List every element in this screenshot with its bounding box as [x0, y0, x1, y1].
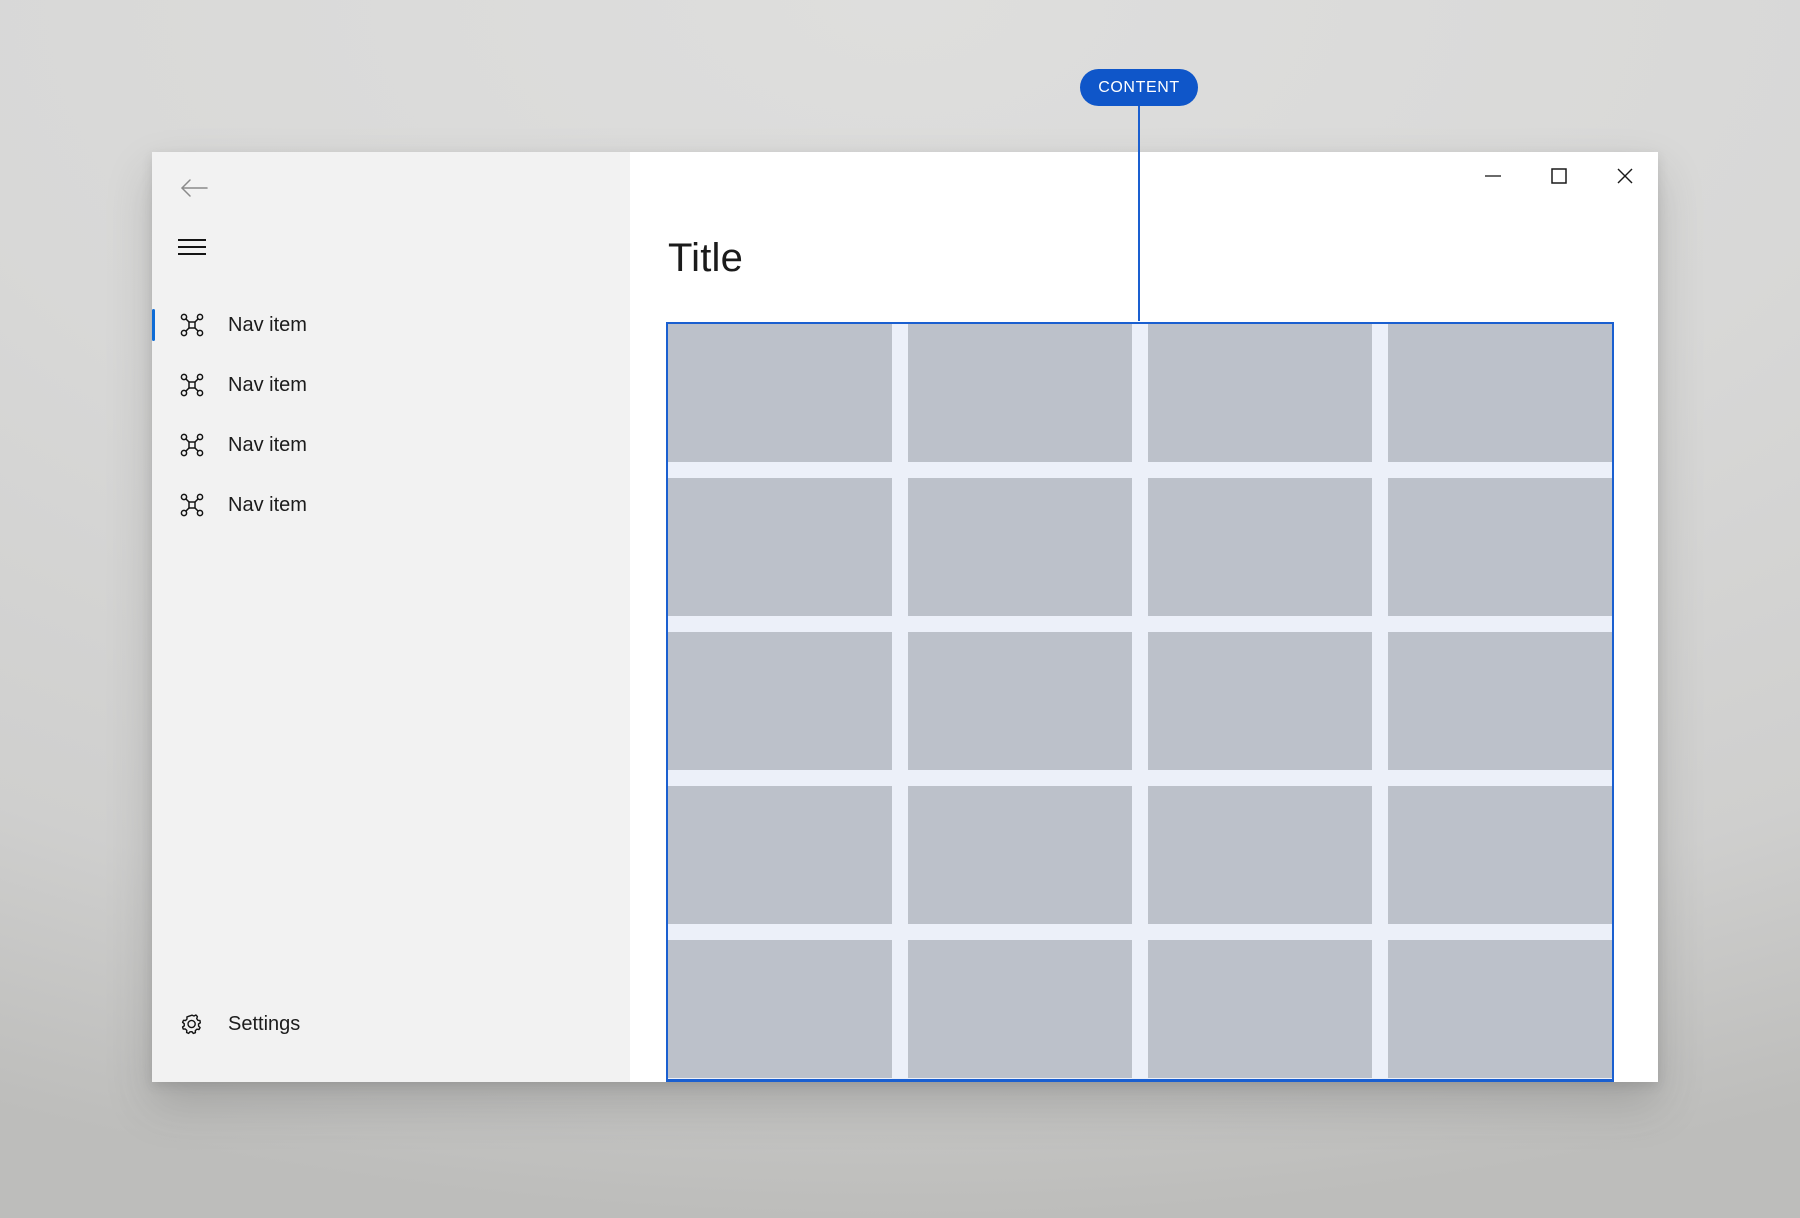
maximize-icon [1548, 165, 1570, 187]
connector-icon [178, 311, 206, 339]
content-annotation-badge[interactable]: CONTENT [1080, 69, 1198, 106]
close-icon [1614, 165, 1636, 187]
maximize-button[interactable] [1526, 152, 1592, 200]
navigation-item-list: Nav item Nav item Nav item Nav item [152, 295, 630, 535]
connector-icon [178, 371, 206, 399]
content-tile[interactable] [1148, 940, 1372, 1078]
connector-icon [178, 431, 206, 459]
minimize-button[interactable] [1460, 152, 1526, 200]
content-tile[interactable] [1388, 478, 1612, 616]
sidebar-item-settings[interactable]: Settings [152, 994, 630, 1054]
navigation-pane: Nav item Nav item Nav item Nav item Sett… [152, 152, 630, 1082]
connector-icon [178, 491, 206, 519]
content-pane: Title [630, 152, 1658, 1082]
minimize-icon [1482, 169, 1504, 183]
content-tile[interactable] [908, 940, 1132, 1078]
sidebar-item-nav-item-4[interactable]: Nav item [152, 475, 630, 535]
hamburger-menu-button[interactable] [178, 227, 226, 267]
content-tile[interactable] [908, 786, 1132, 924]
content-tile[interactable] [668, 324, 892, 462]
selection-indicator [152, 309, 155, 341]
navigation-footer: Settings [152, 994, 630, 1082]
tile-grid [668, 324, 1612, 1078]
close-button[interactable] [1592, 152, 1658, 200]
back-arrow-icon [178, 171, 212, 205]
content-tile[interactable] [908, 632, 1132, 770]
sidebar-item-label: Settings [228, 1012, 301, 1035]
content-tile[interactable] [908, 324, 1132, 462]
window-titlebar [1460, 152, 1658, 208]
app-window: Nav item Nav item Nav item Nav item Sett… [152, 152, 1658, 1082]
page-title: Title [668, 236, 744, 280]
content-tile[interactable] [668, 940, 892, 1078]
content-tile[interactable] [1148, 324, 1372, 462]
content-tile[interactable] [668, 632, 892, 770]
content-tile[interactable] [668, 786, 892, 924]
content-tile[interactable] [1148, 478, 1372, 616]
content-tile[interactable] [1148, 632, 1372, 770]
sidebar-item-nav-item-1[interactable]: Nav item [152, 295, 630, 355]
sidebar-item-label: Nav item [228, 313, 307, 336]
content-tile[interactable] [1388, 940, 1612, 1078]
sidebar-item-label: Nav item [228, 433, 307, 456]
content-tile[interactable] [668, 478, 892, 616]
content-tile[interactable] [908, 478, 1132, 616]
sidebar-item-label: Nav item [228, 493, 307, 516]
sidebar-item-nav-item-3[interactable]: Nav item [152, 415, 630, 475]
content-tile[interactable] [1388, 324, 1612, 462]
sidebar-item-nav-item-2[interactable]: Nav item [152, 355, 630, 415]
gear-icon [178, 1010, 206, 1038]
content-tile[interactable] [1388, 632, 1612, 770]
content-tile[interactable] [1148, 786, 1372, 924]
back-button[interactable] [178, 168, 226, 208]
content-tile[interactable] [1388, 786, 1612, 924]
sidebar-item-label: Nav item [228, 373, 307, 396]
hamburger-icon [178, 237, 206, 257]
content-region [666, 322, 1614, 1082]
